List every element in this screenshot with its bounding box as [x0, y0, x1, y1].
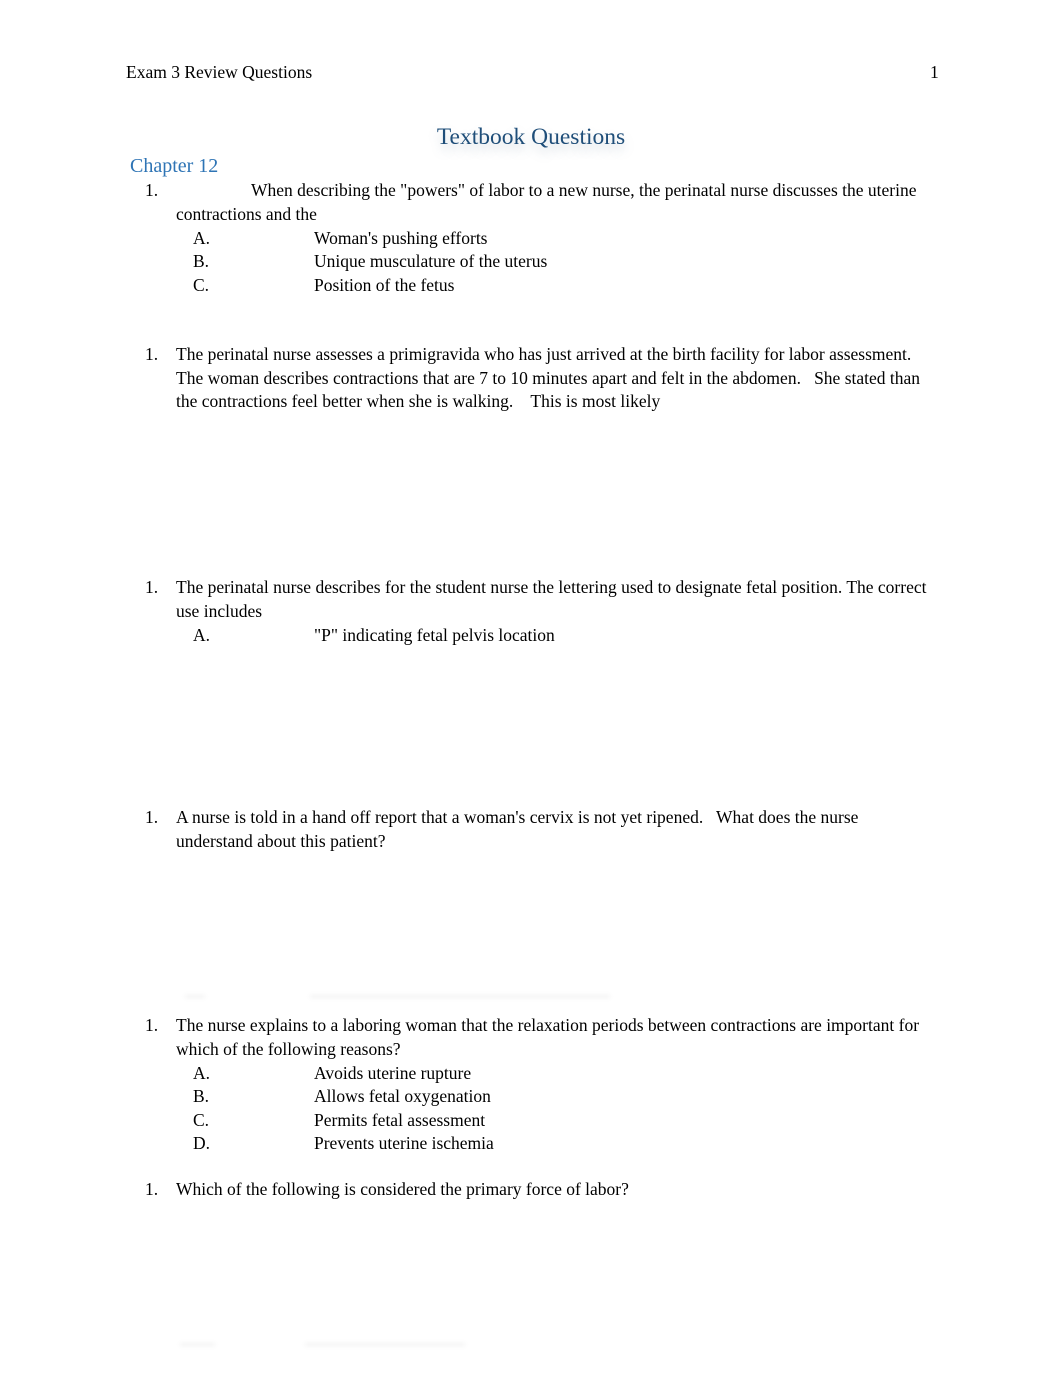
option-letter: A. [193, 228, 211, 248]
faint-shadow-line [185, 995, 205, 998]
faint-shadow-line [310, 995, 610, 998]
option-text: Permits fetal assessment [314, 1109, 486, 1130]
question-6: 1. Which of the following is considered … [145, 1178, 935, 1202]
option-letter: D. [193, 1132, 211, 1153]
question-number: 1. [145, 1015, 159, 1035]
question-text: Which of the following is considered the… [176, 1179, 629, 1199]
question-2: 1. The perinatal nurse assesses a primig… [145, 343, 935, 414]
options-list: A. "P" indicating fetal pelvis location [145, 624, 935, 647]
option-letter: C. [193, 1109, 210, 1130]
option-a: A. Avoids uterine rupture [145, 1062, 935, 1085]
option-text: Woman's pushing efforts [314, 228, 488, 248]
question-number: 1. [145, 1179, 159, 1199]
header-title: Exam 3 Review Questions [126, 62, 313, 82]
option-a: A. Woman's pushing efforts [145, 227, 935, 250]
option-c: C. Position of the fetus [145, 274, 935, 297]
question-number: 1. [145, 180, 159, 200]
option-text: Prevents uterine ischemia [314, 1132, 494, 1153]
option-d: D. Prevents uterine ischemia [145, 1132, 935, 1155]
question-text: The nurse explains to a laboring woman t… [176, 1015, 920, 1059]
option-b: B. Unique musculature of the uterus [145, 250, 935, 273]
option-text: Avoids uterine rupture [314, 1063, 472, 1083]
option-c: C. Permits fetal assessment [145, 1109, 935, 1132]
faint-shadow-line [180, 1343, 215, 1346]
option-text: "P" indicating fetal pelvis location [314, 625, 555, 645]
faint-shadow-line [305, 1343, 465, 1346]
option-letter: B. [193, 251, 210, 272]
option-text: Allows fetal oxygenation [314, 1086, 491, 1107]
option-letter: C. [193, 274, 210, 295]
page-number: 1 [930, 62, 939, 82]
question-text: A nurse is told in a hand off report tha… [176, 807, 863, 851]
option-a: A. "P" indicating fetal pelvis location [145, 624, 935, 647]
question-text: The perinatal nurse assesses a primigrav… [176, 344, 925, 411]
option-b: B. Allows fetal oxygenation [145, 1085, 935, 1108]
question-4: 1. A nurse is told in a hand off report … [145, 806, 935, 853]
document-title: Textbook Questions [436, 124, 626, 150]
question-number: 1. [145, 577, 159, 597]
option-text: Unique musculature of the uterus [314, 251, 548, 272]
option-letter: A. [193, 625, 211, 645]
question-text: When describing the "powers" of labor to… [176, 180, 917, 224]
question-text: The perinatal nurse describes for the st… [176, 577, 927, 621]
option-letter: A. [193, 1063, 211, 1083]
question-number: 1. [145, 344, 159, 364]
option-text: Position of the fetus [314, 274, 455, 295]
options-list: A. Avoids uterine rupture B. Allows feta… [145, 1062, 935, 1155]
chapter-heading: Chapter 12 [130, 155, 219, 177]
question-number: 1. [145, 807, 159, 827]
question-5: 1. The nurse explains to a laboring woma… [145, 1014, 935, 1155]
question-1: 1. When describing the "powers" of labor… [145, 179, 935, 297]
option-letter: B. [193, 1086, 210, 1107]
question-3: 1. The perinatal nurse describes for the… [145, 576, 935, 647]
options-list: A. Woman's pushing efforts B. Unique mus… [145, 227, 935, 297]
